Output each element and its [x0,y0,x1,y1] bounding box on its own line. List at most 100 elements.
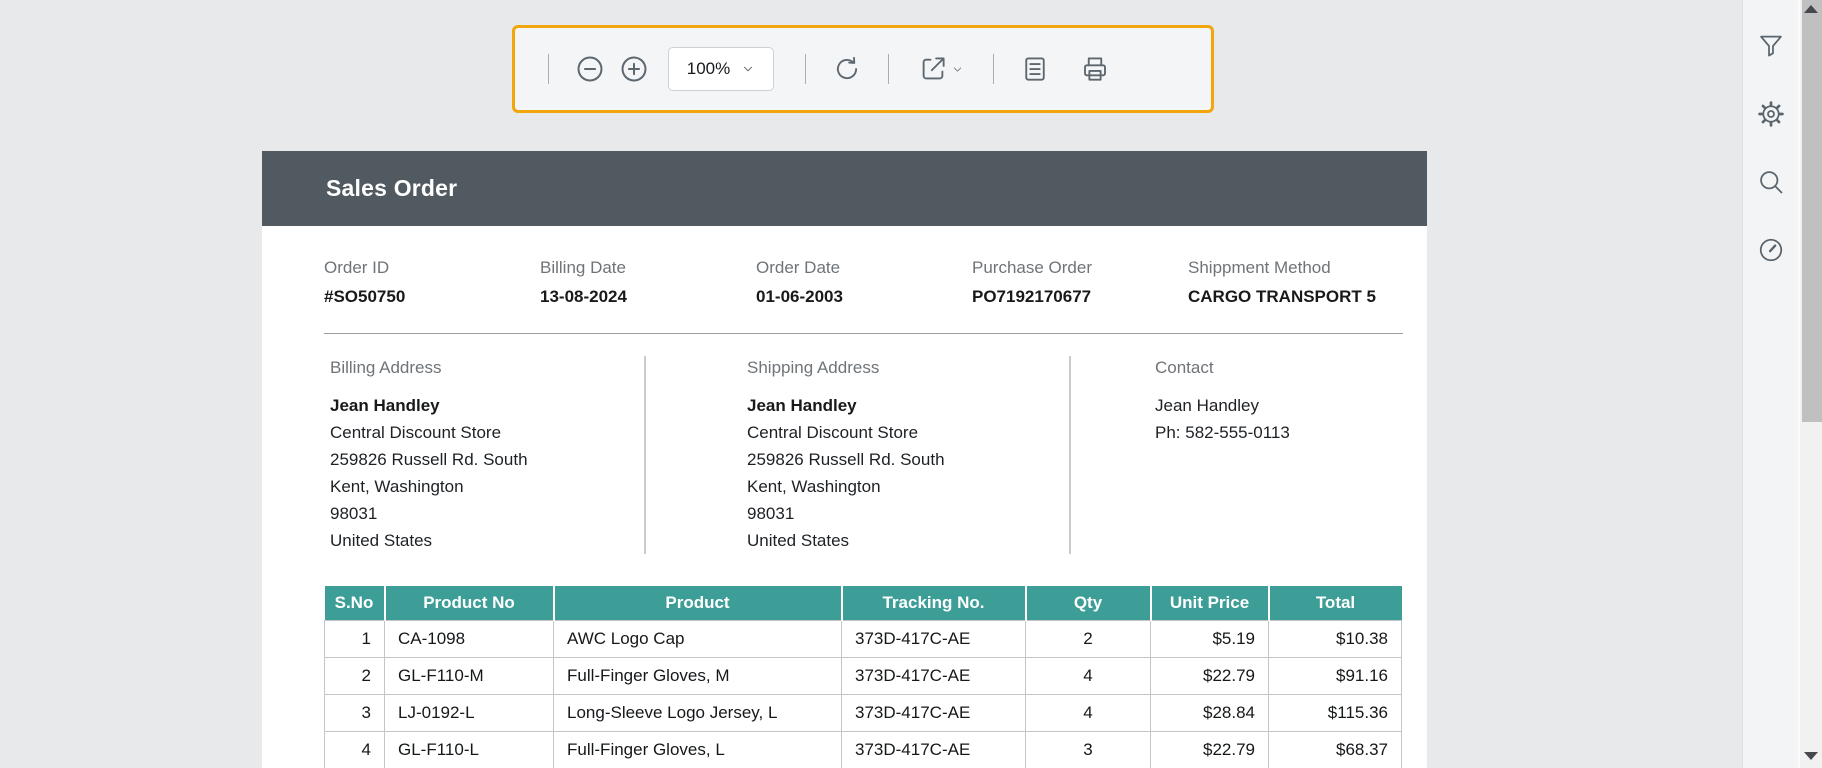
table-cell: $115.36 [1269,694,1402,731]
chevron-down-icon [741,62,755,76]
document-icon [1020,54,1050,84]
table-cell: $22.79 [1151,731,1269,768]
print-button[interactable] [1073,47,1117,91]
table-header-row: S.NoProduct NoProductTracking No.QtyUnit… [325,586,1402,620]
address-line: Ph: 582-555-0113 [1155,419,1427,446]
address-line: United States [330,527,644,554]
billing-date-field: Billing Date 13-08-2024 [540,258,756,307]
address-label: Contact [1155,357,1427,378]
address-label: Shipping Address [747,357,1069,378]
table-cell: 1 [325,620,385,657]
zoom-level-dropdown[interactable]: 100% [668,47,774,91]
column-header: S.No [325,586,385,620]
table-cell: $91.16 [1269,657,1402,694]
address-line: United States [747,527,1069,554]
field-label: Shippment Method [1188,258,1404,278]
field-value: 13-08-2024 [540,287,756,307]
refresh-button[interactable] [825,47,869,91]
field-value: PO7192170677 [972,287,1188,307]
table-cell: LJ-0192-L [385,694,554,731]
table-cell: 2 [1026,620,1151,657]
toolbar-divider [993,54,994,84]
performance-icon [1757,236,1785,264]
printer-icon [1080,54,1110,84]
table-row: 2GL-F110-MFull-Finger Gloves, M373D-417C… [325,657,1402,694]
purchase-order-field: Purchase Order PO7192170677 [972,258,1188,307]
settings-button[interactable] [1755,98,1787,130]
address-line: 259826 Russell Rd. South [747,446,1069,473]
chevron-down-icon [951,63,964,76]
column-header: Total [1269,586,1402,620]
column-header: Qty [1026,586,1151,620]
table-row: 4GL-F110-LFull-Finger Gloves, L373D-417C… [325,731,1402,768]
scrollbar-thumb[interactable] [1802,0,1822,422]
scroll-down-arrow[interactable] [1804,752,1818,760]
order-date-field: Order Date 01-06-2003 [756,258,972,307]
field-label: Billing Date [540,258,756,278]
table-cell: GL-F110-M [385,657,554,694]
toolbar-divider [805,54,806,84]
document-title-bar: Sales Order [262,151,1427,226]
page-title: Sales Order [326,175,457,202]
export-button[interactable] [908,47,974,91]
document-page: Sales Order Order ID #SO50750 Billing Da… [262,151,1427,768]
table-cell: Long-Sleeve Logo Jersey, L [554,694,842,731]
table-cell: CA-1098 [385,620,554,657]
address-line: Central Discount Store [747,419,1069,446]
performance-button[interactable] [1755,234,1787,266]
scroll-up-arrow[interactable] [1804,5,1818,13]
zoom-out-button[interactable] [568,47,612,91]
address-line: Central Discount Store [330,419,644,446]
address-line: Kent, Washington [747,473,1069,500]
address-line: 98031 [330,500,644,527]
filter-button[interactable] [1755,30,1787,62]
search-button[interactable] [1755,166,1787,198]
table-cell: 4 [325,731,385,768]
zoom-in-icon [618,53,650,85]
order-id-field: Order ID #SO50750 [324,258,540,307]
table-cell: GL-F110-L [385,731,554,768]
table-cell: $28.84 [1151,694,1269,731]
table-cell: 373D-417C-AE [842,731,1026,768]
toolbar-divider [548,54,549,84]
field-label: Purchase Order [972,258,1188,278]
address-line: 98031 [747,500,1069,527]
address-name: Jean Handley [747,392,1069,419]
table-cell: 2 [325,657,385,694]
table-cell: $10.38 [1269,620,1402,657]
table-cell: 3 [1026,731,1151,768]
right-icon-rail [1742,0,1798,768]
table-cell: 373D-417C-AE [842,657,1026,694]
address-label: Billing Address [330,357,644,378]
toolbar-divider [888,54,889,84]
column-header: Unit Price [1151,586,1269,620]
addresses-section: Billing Address Jean Handley Central Dis… [262,356,1427,554]
table-cell: 3 [325,694,385,731]
shipping-address-block: Shipping Address Jean Handley Central Di… [644,356,1069,554]
export-icon [918,54,948,84]
shipment-method-field: Shippment Method CARGO TRANSPORT 5 [1188,258,1404,307]
address-line: Jean Handley [1155,392,1427,419]
column-header: Product [554,586,842,620]
settings-icon [1757,100,1785,128]
table-cell: Full-Finger Gloves, L [554,731,842,768]
zoom-in-button[interactable] [612,47,656,91]
address-line: Kent, Washington [330,473,644,500]
field-value: #SO50750 [324,287,540,307]
viewer-toolbar: 100% [512,25,1214,113]
table-row: 3LJ-0192-LLong-Sleeve Logo Jersey, L373D… [325,694,1402,731]
document-view-button[interactable] [1013,47,1057,91]
field-value: CARGO TRANSPORT 5 [1188,287,1404,307]
column-header: Tracking No. [842,586,1026,620]
table-cell: Full-Finger Gloves, M [554,657,842,694]
table-row: 1CA-1098AWC Logo Cap373D-417C-AE2$5.19$1… [325,620,1402,657]
address-line: 259826 Russell Rd. South [330,446,644,473]
filter-icon [1757,32,1785,60]
column-header: Product No [385,586,554,620]
vertical-scrollbar[interactable] [1798,0,1822,768]
billing-address-block: Billing Address Jean Handley Central Dis… [262,356,644,554]
table-cell: 4 [1026,694,1151,731]
zoom-out-icon [574,53,606,85]
search-icon [1757,168,1785,196]
table-cell: $5.19 [1151,620,1269,657]
